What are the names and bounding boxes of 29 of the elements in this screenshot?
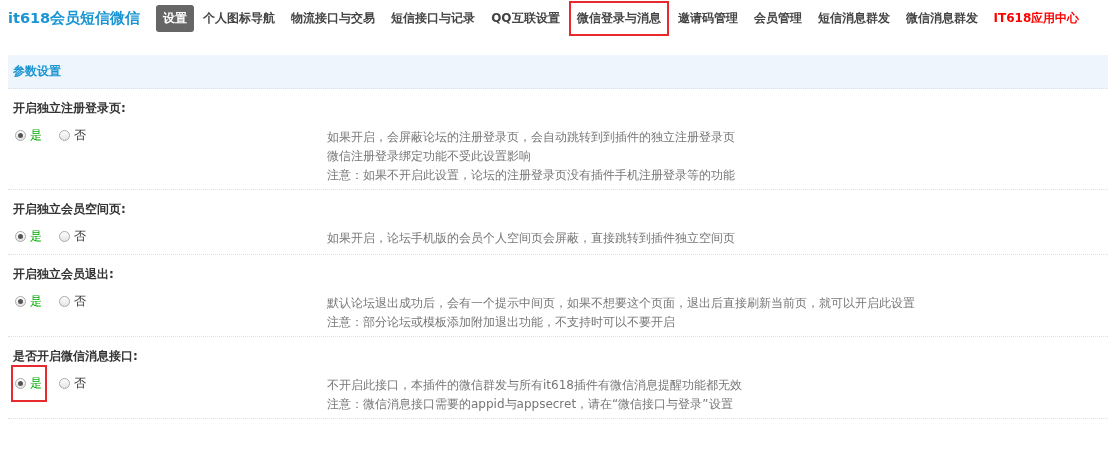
help-text: 注意：微信消息接口需要的appid与appsecret，请在“微信接口与登录”设置 [327, 397, 734, 412]
radio-option[interactable]: 否 [55, 124, 91, 147]
nav-tab[interactable]: 物流接口与交易 [284, 5, 383, 32]
setting-label: 是否开启微信消息接口: [13, 348, 138, 365]
help-text: 不开启此接口，本插件的微信群发与所有it618插件有微信消息提醒功能都无效 [327, 378, 742, 393]
nav-tab[interactable]: 邀请码管理 [670, 5, 745, 32]
nav-tab[interactable]: 设置 [156, 5, 195, 32]
setting-label: 开启独立注册登录页: [13, 100, 126, 117]
radio-option[interactable]: 否 [55, 290, 91, 313]
nav-tab[interactable]: 短信接口与记录 [384, 5, 483, 32]
radio-option[interactable]: 否 [55, 372, 91, 395]
panel-title: 参数设置 [8, 55, 1108, 89]
help-text: 如果开启，论坛手机版的会员个人空间页会屏蔽，直接跳转到插件独立空间页 [327, 231, 735, 246]
setting-label: 开启独立会员空间页: [13, 201, 126, 218]
radio-option[interactable]: 否 [55, 225, 91, 248]
nav-tab[interactable]: 个人图标导航 [196, 5, 283, 32]
help-text: 微信注册登录绑定功能不受此设置影响 [327, 149, 532, 164]
app-title: it618会员短信微信 [8, 9, 141, 28]
nav-tab[interactable]: 微信消息群发 [898, 5, 985, 32]
nav-tab[interactable]: 微信登录与消息 [568, 1, 669, 36]
nav-tab[interactable]: 短信消息群发 [810, 5, 897, 32]
nav-tab[interactable]: QQ互联设置 [484, 5, 567, 32]
help-text: 如果开启，会屏蔽论坛的注册登录页，会自动跳转到到插件的独立注册登录页 [327, 130, 735, 145]
app-center-link[interactable]: IT618应用中心 [986, 5, 1087, 32]
help-text: 注意：如果不开启此设置，论坛的注册登录页没有插件手机注册登录等的功能 [327, 168, 735, 183]
help-text: 注意：部分论坛或模板添加附加退出功能，不支持时可以不要开启 [327, 315, 676, 330]
nav-tab[interactable]: 会员管理 [746, 5, 809, 32]
help-text: 默认论坛退出成功后，会有一个提示中间页，如果不想要这个页面，退出后直接刷新当前页，就可以开启此设置 [327, 296, 915, 311]
setting-label: 开启独立会员退出: [13, 266, 114, 283]
